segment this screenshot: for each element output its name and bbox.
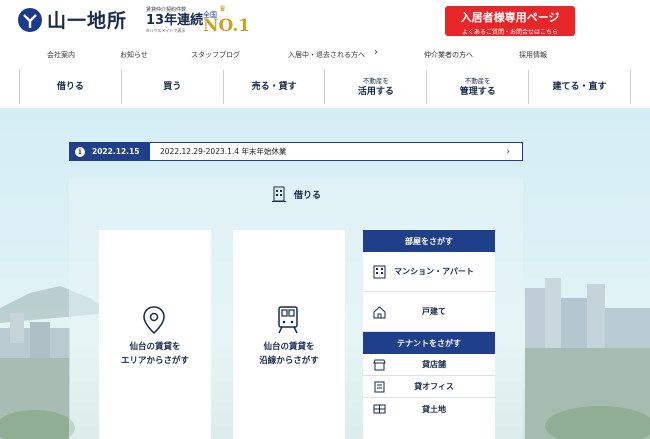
area-card-label: 仙台の賃貸を エリアからさがす xyxy=(99,340,211,368)
nav-buy[interactable]: 買う xyxy=(120,70,223,104)
nav-utilize[interactable]: 不動産を 活用する xyxy=(324,70,426,104)
subnav-residents[interactable]: 入居中・退去される方へ xyxy=(288,50,365,60)
tenant-search-heading: テナントをさがす xyxy=(363,332,495,354)
logo-text: 山一地所 xyxy=(47,10,128,32)
award-note: ※ハウスメイトで表示 xyxy=(146,28,186,33)
no1-label: 全国 xyxy=(203,11,217,19)
retail-space-link[interactable]: 貸店舗 xyxy=(363,354,495,376)
search-type-list: 部屋をさがす マンション・アパート 戸建て テナントをさがす 貸店舗 貸オフィス… xyxy=(363,230,495,439)
nav-sell-lease[interactable]: 売る・貸す xyxy=(222,70,325,104)
land-link[interactable]: 貸土地 xyxy=(363,398,495,420)
building-icon xyxy=(272,186,286,202)
nav-rent[interactable]: 借りる xyxy=(19,70,121,104)
train-icon xyxy=(278,306,298,334)
award-badge: 賃貸仲介契約件数 13年連続 ※ハウスメイトで表示 xyxy=(146,6,203,34)
subnav-brokers[interactable]: 仲介業者の方へ xyxy=(424,50,473,60)
shop-icon xyxy=(373,359,386,370)
office-icon xyxy=(374,381,385,392)
line-card-label: 仙台の賃貸を 沿線からさがす xyxy=(233,340,345,368)
resident-button-subtitle: よくあるご質問・お問合せはこちら xyxy=(461,29,558,36)
hero-section: i 2022.12.15 2022.12.29-2023.1.4 年末年始休業 … xyxy=(0,108,650,439)
map-pin-icon xyxy=(143,306,165,335)
area-card-line1: 仙台の賃貸を xyxy=(129,342,181,352)
section-title-text: 借りる xyxy=(294,190,322,201)
house-icon xyxy=(373,305,386,318)
subnav-news[interactable]: お知らせ xyxy=(120,50,148,60)
news-ticker[interactable]: i 2022.12.15 2022.12.29-2023.1.4 年末年始休業 … xyxy=(69,142,523,161)
logo-mark-icon xyxy=(18,7,42,32)
line-card-line1: 仙台の賃貸を xyxy=(263,342,315,352)
room-search-heading: 部屋をさがす xyxy=(363,230,495,252)
news-date-badge: i 2022.12.15 xyxy=(70,143,150,160)
nav-manage-prefix: 不動産を xyxy=(464,76,491,85)
search-by-area-card[interactable]: 仙台の賃貸を エリアからさがす xyxy=(99,230,211,439)
resident-page-button[interactable]: 入居者様専用ページ よくあるご質問・お問合せはこちら xyxy=(445,6,575,36)
no1-badge: ♛ 全国 NO.1 xyxy=(203,4,250,35)
area-card-line2: エリアからさがす xyxy=(120,356,189,366)
site-header: 山一地所 賃貸仲介契約件数 13年連続 ※ハウスメイトで表示 ♛ 全国 NO.1… xyxy=(0,0,650,44)
search-by-train-line-card[interactable]: 仙台の賃貸を 沿線からさがす xyxy=(233,230,345,439)
utility-nav: 会社案内 お知らせ スタッフブログ 入居中・退去される方へ › 仲介業者の方へ … xyxy=(0,44,650,66)
resident-button-title: 入居者様専用ページ xyxy=(460,11,560,24)
chevron-right-icon[interactable]: › xyxy=(374,47,378,58)
info-icon: i xyxy=(75,146,85,157)
nav-build-repair-label: 建てる・直す xyxy=(552,82,607,92)
subnav-company[interactable]: 会社案内 xyxy=(47,50,75,60)
news-text: 2022.12.29-2023.1.4 年末年始休業 xyxy=(160,147,287,156)
apartment-icon xyxy=(373,265,386,278)
nav-build-repair[interactable]: 建てる・直す xyxy=(528,70,631,104)
detached-house-link[interactable]: 戸建て xyxy=(363,292,495,332)
land-icon xyxy=(373,404,386,414)
subnav-recruit[interactable]: 採用情報 xyxy=(519,50,547,60)
nav-manage-label: 管理する xyxy=(459,86,496,97)
subnav-staff-blog[interactable]: スタッフブログ xyxy=(191,50,240,60)
site-logo[interactable]: 山一地所 xyxy=(18,6,127,33)
nav-buy-label: 買う xyxy=(163,82,182,92)
news-date: 2022.12.15 xyxy=(92,147,140,156)
award-caption: 賃貸仲介契約件数 xyxy=(146,7,187,13)
nav-manage[interactable]: 不動産を 管理する xyxy=(426,70,528,104)
nav-utilize-label: 活用する xyxy=(357,86,394,97)
office-space-link[interactable]: 貸オフィス xyxy=(363,376,495,398)
mansion-apartment-link[interactable]: マンション・アパート xyxy=(363,252,495,292)
chevron-right-icon[interactable]: › xyxy=(506,147,510,157)
award-years: 13年連続 xyxy=(146,13,204,28)
section-title: 借りる xyxy=(272,186,321,202)
main-nav: 借りる 買う 売る・貸す 不動産を 活用する 不動産を 管理する 建てる・直す xyxy=(19,70,631,104)
nav-utilize-prefix: 不動産を xyxy=(362,76,389,85)
nav-sell-lease-label: 売る・貸す xyxy=(251,82,297,92)
line-card-line2: 沿線からさがす xyxy=(259,356,319,366)
crown-icon: ♛ xyxy=(219,4,227,13)
nav-rent-label: 借りる xyxy=(56,82,84,92)
